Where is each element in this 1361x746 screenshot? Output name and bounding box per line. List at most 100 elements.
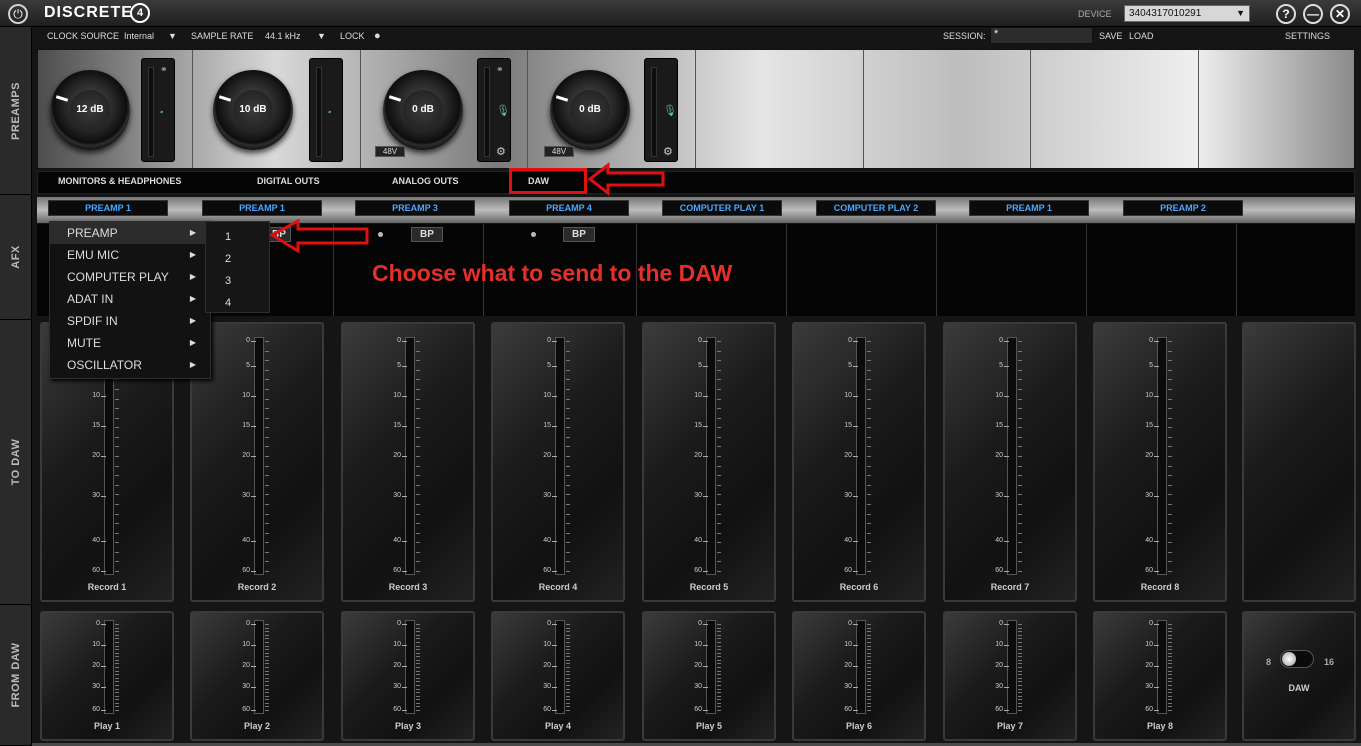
- source-select-8[interactable]: PREAMP 2: [1123, 200, 1243, 216]
- meter-minor-tick: [416, 695, 420, 697]
- side-tab-afx[interactable]: AFX: [0, 195, 32, 320]
- meter-minor-tick: [1018, 674, 1022, 676]
- menu-item-oscillator[interactable]: OSCILLATOR ▶: [50, 354, 210, 376]
- channel-mode-toggle[interactable]: [1280, 650, 1314, 668]
- meter-minor-tick: [265, 494, 269, 496]
- tab-monitors-headphones[interactable]: MONITORS & HEADPHONES: [58, 176, 181, 186]
- meter-minor-tick: [416, 624, 420, 625]
- sample-rate-select[interactable]: 44.1 kHz: [265, 31, 301, 41]
- side-tab-preamps[interactable]: PREAMPS: [0, 27, 32, 195]
- meter-minor-tick: [115, 532, 119, 534]
- meter-tick-label: 10: [242, 391, 250, 399]
- meter-tick-mark: [101, 571, 106, 572]
- meter-minor-tick: [265, 341, 269, 342]
- side-tab-from-daw[interactable]: FROM DAW: [0, 605, 32, 746]
- meter-minor-tick: [115, 659, 119, 661]
- meter-tick-label: 10: [543, 640, 551, 648]
- power-icon[interactable]: ⏻: [8, 4, 28, 24]
- load-button[interactable]: LOAD: [1129, 31, 1154, 41]
- tab-analog-outs[interactable]: ANALOG OUTS: [392, 176, 459, 186]
- gain-value: 10 dB: [233, 90, 273, 130]
- gear-icon[interactable]: ⚙: [663, 145, 673, 158]
- gain-knob[interactable]: 10 dB: [213, 70, 293, 150]
- guitar-icon[interactable]: 𝅘: [160, 104, 163, 117]
- link-icon[interactable]: ⚭: [160, 64, 168, 75]
- meter-minor-tick: [867, 571, 871, 572]
- chevron-down-icon[interactable]: ▼: [168, 31, 177, 41]
- meter-tick-mark: [853, 624, 858, 625]
- channel-label: Record 6: [839, 582, 879, 592]
- meter-tick-mark: [402, 496, 407, 498]
- submenu-item-4[interactable]: 4: [206, 292, 269, 314]
- meter-minor-tick: [115, 417, 119, 419]
- menu-item-adat-in[interactable]: ADAT IN ▶: [50, 288, 210, 310]
- menu-item-emu-mic[interactable]: EMU MIC ▶: [50, 244, 210, 266]
- mic-icon[interactable]: 🎙: [663, 104, 677, 117]
- chevron-down-icon[interactable]: ▼: [317, 31, 326, 41]
- settings-button[interactable]: SETTINGS: [1285, 31, 1330, 41]
- meter-tick-mark: [703, 341, 708, 342]
- meter-minor-tick: [416, 341, 420, 342]
- save-button[interactable]: SAVE: [1099, 31, 1122, 41]
- phantom-48v-button[interactable]: 48V: [375, 146, 405, 157]
- tab-digital-outs[interactable]: DIGITAL OUTS: [257, 176, 320, 186]
- source-select-6[interactable]: COMPUTER PLAY 2: [816, 200, 936, 216]
- meter-tick-mark: [402, 426, 407, 428]
- meter-minor-tick: [867, 484, 871, 486]
- meter-minor-tick: [1168, 388, 1172, 390]
- minimize-icon[interactable]: —: [1303, 4, 1323, 24]
- session-field[interactable]: *: [990, 27, 1093, 44]
- close-icon[interactable]: ✕: [1330, 4, 1350, 24]
- meter-minor-tick: [265, 408, 269, 410]
- gain-knob[interactable]: 0 dB: [383, 70, 463, 150]
- meter-tick-mark: [703, 666, 708, 668]
- meter-tick-label: 60: [995, 567, 1003, 574]
- side-tab-to-daw[interactable]: TO DAW: [0, 320, 32, 605]
- source-select-4[interactable]: PREAMP 4: [509, 200, 629, 216]
- help-icon[interactable]: ?: [1276, 4, 1296, 24]
- gain-value: 0 dB: [403, 90, 443, 130]
- meter-tick-label: 30: [393, 683, 401, 691]
- meter-tick-label: 40: [242, 537, 250, 545]
- menu-item-preamp[interactable]: PREAMP ▶: [50, 222, 210, 244]
- bypass-button[interactable]: BP: [563, 227, 595, 242]
- meter-minor-tick: [717, 652, 721, 654]
- menu-item-computer-play[interactable]: COMPUTER PLAY ▶: [50, 266, 210, 288]
- meter-tick-label: 30: [694, 492, 702, 500]
- source-select-7[interactable]: PREAMP 1: [969, 200, 1089, 216]
- clock-source-select[interactable]: Internal: [124, 31, 154, 41]
- meter-minor-tick: [265, 699, 269, 701]
- source-select-1[interactable]: PREAMP 1: [48, 200, 168, 216]
- phantom-48v-button[interactable]: 48V: [544, 146, 574, 157]
- mic-icon[interactable]: 🎙: [496, 104, 510, 117]
- knob-indicator: [55, 95, 69, 102]
- menu-item-spdif-in[interactable]: SPDIF IN ▶: [50, 310, 210, 332]
- meter-tick-label: 30: [393, 492, 401, 500]
- bypass-button[interactable]: BP: [411, 227, 443, 242]
- submenu-item-1[interactable]: 1: [206, 226, 269, 248]
- gain-knob[interactable]: 12 dB: [50, 70, 130, 150]
- meter-minor-tick: [1168, 360, 1172, 362]
- meter-tick-label: 5: [397, 362, 401, 370]
- play-channel: 0 10 20 30 60 Play 4: [491, 611, 625, 741]
- meter-minor-tick: [566, 360, 570, 362]
- menu-item-mute[interactable]: MUTE ▶: [50, 332, 210, 354]
- record-channel: 0 5 10 15 20 30 40 60 Record 8: [1093, 322, 1227, 602]
- meter-minor-tick: [1168, 561, 1172, 563]
- meter-minor-tick: [717, 379, 721, 381]
- submenu-item-2[interactable]: 2: [206, 248, 269, 270]
- meter-minor-tick: [115, 688, 119, 690]
- link-icon[interactable]: ⚭: [496, 64, 504, 75]
- source-select-5[interactable]: COMPUTER PLAY 1: [662, 200, 782, 216]
- guitar-icon[interactable]: 𝅘: [328, 104, 331, 117]
- gain-knob[interactable]: 0 dB: [550, 70, 630, 150]
- gear-icon[interactable]: ⚙: [496, 145, 506, 158]
- source-select-2[interactable]: PREAMP 1: [202, 200, 322, 216]
- source-select-3[interactable]: PREAMP 3: [355, 200, 475, 216]
- meter-tick-label: 5: [1149, 362, 1153, 370]
- submenu-item-3[interactable]: 3: [206, 270, 269, 292]
- preamps-panel: 12 dB ⚭ 𝅘 10 dB 𝅘 0 dB 48V ⚭ 🎙 ⚙ 0 dB 48V 🎙…: [37, 49, 1355, 169]
- meter-minor-tick: [867, 427, 871, 429]
- meter-minor-tick: [1018, 484, 1022, 486]
- device-select[interactable]: 3404317010291 ▼: [1124, 5, 1250, 22]
